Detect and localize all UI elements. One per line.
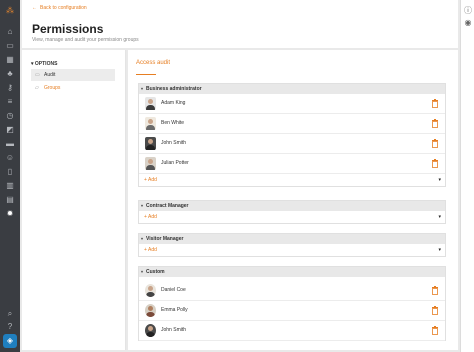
company-logo-icon[interactable]: ◈ xyxy=(3,334,17,348)
user-name: Julian Potter xyxy=(161,160,189,166)
user-row: Emma Polly xyxy=(139,301,445,321)
settings-icon[interactable]: ✹ xyxy=(5,210,15,218)
report-icon[interactable]: ▥ xyxy=(5,182,15,190)
trash-icon[interactable] xyxy=(431,99,439,108)
group-header[interactable]: ▾ Custom xyxy=(139,267,445,277)
tab-access-audit[interactable]: Access audit xyxy=(136,60,170,66)
user-row: Julian Potter xyxy=(139,154,445,174)
help-icon[interactable]: ? xyxy=(5,323,15,331)
truck-icon[interactable]: ▬ xyxy=(5,140,15,148)
back-to-configuration-link[interactable]: ← Back to configuration xyxy=(32,5,87,11)
user-name: John Smith xyxy=(161,327,187,333)
trash-icon[interactable] xyxy=(431,306,439,315)
user-row: John Smith xyxy=(139,321,445,341)
people-icon[interactable]: ♣ xyxy=(5,70,15,78)
avatar xyxy=(145,97,156,110)
folder-icon: ▱ xyxy=(35,85,39,91)
file-icon[interactable]: ▤ xyxy=(5,196,15,204)
add-user-button[interactable]: + Add xyxy=(144,214,157,220)
arrow-left-icon: ← xyxy=(32,5,37,11)
clipboard-icon[interactable]: ▯ xyxy=(5,168,15,176)
chevron-down-icon[interactable]: ▾ xyxy=(438,247,441,253)
notification-icon[interactable]: ◉ xyxy=(463,18,473,28)
document-icon: ▭ xyxy=(35,72,40,78)
group-header[interactable]: ▾ Business administrator xyxy=(139,84,445,94)
map-icon[interactable]: ◩ xyxy=(5,126,15,134)
trash-icon[interactable] xyxy=(431,159,439,168)
avatar xyxy=(145,284,156,297)
caret-down-icon: ▾ xyxy=(141,269,144,274)
group-section-business-administrator: ▾ Business administrator Adam King Ben W… xyxy=(138,83,446,187)
avatar xyxy=(145,324,156,337)
key-icon[interactable]: ⚷ xyxy=(5,84,15,92)
avatar xyxy=(145,137,156,150)
options-sidebar: ▾ OPTIONS ▭ Audit ▱ Groups xyxy=(22,50,126,350)
trash-icon[interactable] xyxy=(431,139,439,148)
user-row: Daniel Coe xyxy=(139,281,445,301)
left-nav-rail: ⁂ ⌂ ▭ ▦ ♣ ⚷ ≡ ◷ ◩ ▬ ☺ ▯ ▥ ▤ ✹ ⌕ ? ◈ xyxy=(0,0,20,352)
dashboard-icon[interactable]: ▭ xyxy=(5,42,15,50)
add-user-button[interactable]: + Add xyxy=(144,177,157,183)
list-icon[interactable]: ≡ xyxy=(5,98,15,106)
page-title: Permissions xyxy=(32,22,104,36)
group-header[interactable]: ▾ Contract Manager xyxy=(139,201,445,211)
group-header[interactable]: ▾ Visitor Manager xyxy=(139,234,445,244)
user-name: Ben White xyxy=(161,120,185,126)
clock-icon[interactable]: ◷ xyxy=(5,112,15,120)
group-section-visitor-manager: ▾ Visitor Manager + Add ▾ xyxy=(138,233,446,257)
active-tab-indicator xyxy=(136,74,156,75)
caret-down-icon: ▾ xyxy=(141,203,144,208)
chevron-down-icon[interactable]: ▾ xyxy=(438,177,441,183)
trash-icon[interactable] xyxy=(431,119,439,128)
add-row: + Add ▾ xyxy=(139,211,445,223)
page-header: ← Back to configuration Permissions View,… xyxy=(22,0,458,48)
page-subtitle: View, manage and audit your permission g… xyxy=(32,37,139,43)
caret-down-icon: ▾ xyxy=(141,236,144,241)
help-circle-icon[interactable]: ⓘ xyxy=(463,6,473,16)
user-row: Adam King xyxy=(139,94,445,114)
home-icon[interactable]: ⌂ xyxy=(5,28,15,36)
avatar xyxy=(145,304,156,317)
add-row: + Add ▾ xyxy=(139,244,445,256)
group-section-custom: ▾ Custom Daniel Coe Emma Polly John Smit… xyxy=(138,266,446,341)
option-groups[interactable]: ▱ Groups xyxy=(31,82,115,94)
user-name: Adam King xyxy=(161,100,186,106)
add-user-button[interactable]: + Add xyxy=(144,247,157,253)
brand-logo-icon[interactable]: ⁂ xyxy=(3,6,17,16)
user-row: John Smith xyxy=(139,134,445,154)
option-audit[interactable]: ▭ Audit xyxy=(31,69,115,81)
access-audit-panel: Access audit ▾ Business administrator Ad… xyxy=(128,50,458,350)
avatar xyxy=(145,117,156,130)
right-utility-bar: ⓘ ◉ xyxy=(460,0,474,352)
chevron-down-icon[interactable]: ▾ xyxy=(438,214,441,220)
group-section-contract-manager: ▾ Contract Manager + Add ▾ xyxy=(138,200,446,224)
user-name: Daniel Coe xyxy=(161,287,186,293)
trash-icon[interactable] xyxy=(431,326,439,335)
avatar xyxy=(145,157,156,170)
user-name: Emma Polly xyxy=(161,307,188,313)
add-row: + Add ▾ xyxy=(139,174,445,186)
trash-icon[interactable] xyxy=(431,286,439,295)
caret-down-icon: ▾ xyxy=(141,86,144,91)
user-name: John Smith xyxy=(161,140,187,146)
user-icon[interactable]: ☺ xyxy=(5,154,15,162)
user-row: Ben White xyxy=(139,114,445,134)
options-heading[interactable]: ▾ OPTIONS xyxy=(31,61,57,67)
search-icon[interactable]: ⌕ xyxy=(5,310,15,318)
calendar-icon[interactable]: ▦ xyxy=(5,56,15,64)
